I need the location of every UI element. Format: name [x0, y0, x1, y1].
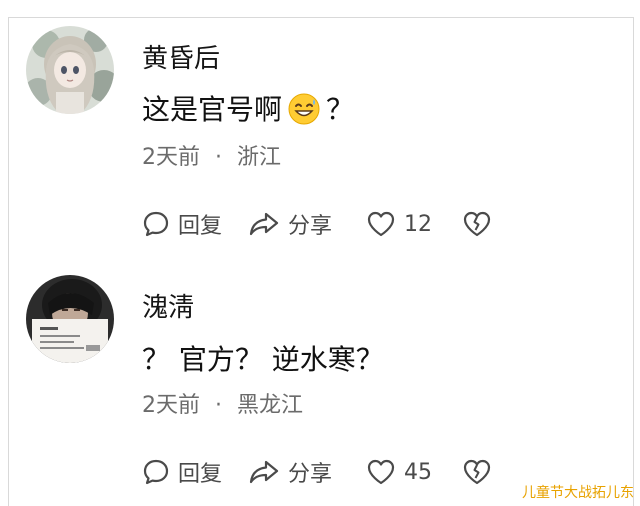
avatar[interactable]	[26, 26, 114, 114]
like-button[interactable]: 12	[366, 210, 462, 238]
broken-heart-icon	[463, 211, 491, 237]
comment-actions: 回复 分享 12	[142, 204, 492, 244]
like-button[interactable]: 45	[366, 458, 462, 486]
reply-label: 回复	[178, 214, 223, 239]
share-arrow-icon	[249, 460, 279, 484]
comment-text-main: 这是官号啊	[142, 93, 283, 126]
like-count: 12	[404, 211, 432, 237]
speech-bubble-icon	[143, 459, 169, 485]
meta-separator: ·	[215, 393, 222, 418]
anime-girl-avatar-image	[26, 26, 114, 114]
share-label: 分享	[288, 214, 333, 239]
person-holding-paper-avatar-image	[26, 275, 114, 363]
share-button[interactable]: 分享	[248, 208, 366, 240]
comment-text-suffix: ？	[326, 93, 355, 126]
comment-location: 黑龙江	[237, 393, 304, 418]
dislike-button[interactable]	[462, 458, 492, 486]
dislike-button[interactable]	[462, 210, 492, 238]
heart-icon	[367, 211, 395, 237]
comment-time: 2天前	[142, 145, 200, 170]
like-count: 45	[404, 459, 432, 485]
avatar[interactable]	[26, 275, 114, 363]
reply-button[interactable]: 回复	[142, 208, 248, 240]
username[interactable]: 黄昏后	[142, 44, 220, 74]
share-label: 分享	[288, 462, 333, 487]
comment-location: 浙江	[237, 145, 282, 170]
watermark-text: 儿童节大战拓儿东	[522, 485, 634, 501]
comment-text: ？ 官方？ 逆水寒？	[142, 343, 384, 376]
share-button[interactable]: 分享	[248, 456, 366, 488]
comment-list: 黄昏后 这是官号啊 ？ 2天前 · 浙江 回复 分享 12 溾淸 ？ 官方？ 逆…	[8, 17, 634, 506]
share-arrow-icon	[249, 212, 279, 236]
comment-meta: 2天前 · 浙江	[142, 144, 281, 172]
comment-meta: 2天前 · 黑龙江	[142, 392, 303, 420]
broken-heart-icon	[463, 459, 491, 485]
comment-text: 这是官号啊 ？	[142, 92, 354, 134]
comment-time: 2天前	[142, 393, 200, 418]
comment-actions: 回复 分享 45	[142, 452, 492, 492]
username[interactable]: 溾淸	[142, 293, 194, 323]
grinning-sweat-emoji-icon	[288, 93, 320, 134]
reply-button[interactable]: 回复	[142, 456, 248, 488]
reply-label: 回复	[178, 462, 223, 487]
heart-icon	[367, 459, 395, 485]
meta-separator: ·	[215, 145, 222, 170]
speech-bubble-icon	[143, 211, 169, 237]
